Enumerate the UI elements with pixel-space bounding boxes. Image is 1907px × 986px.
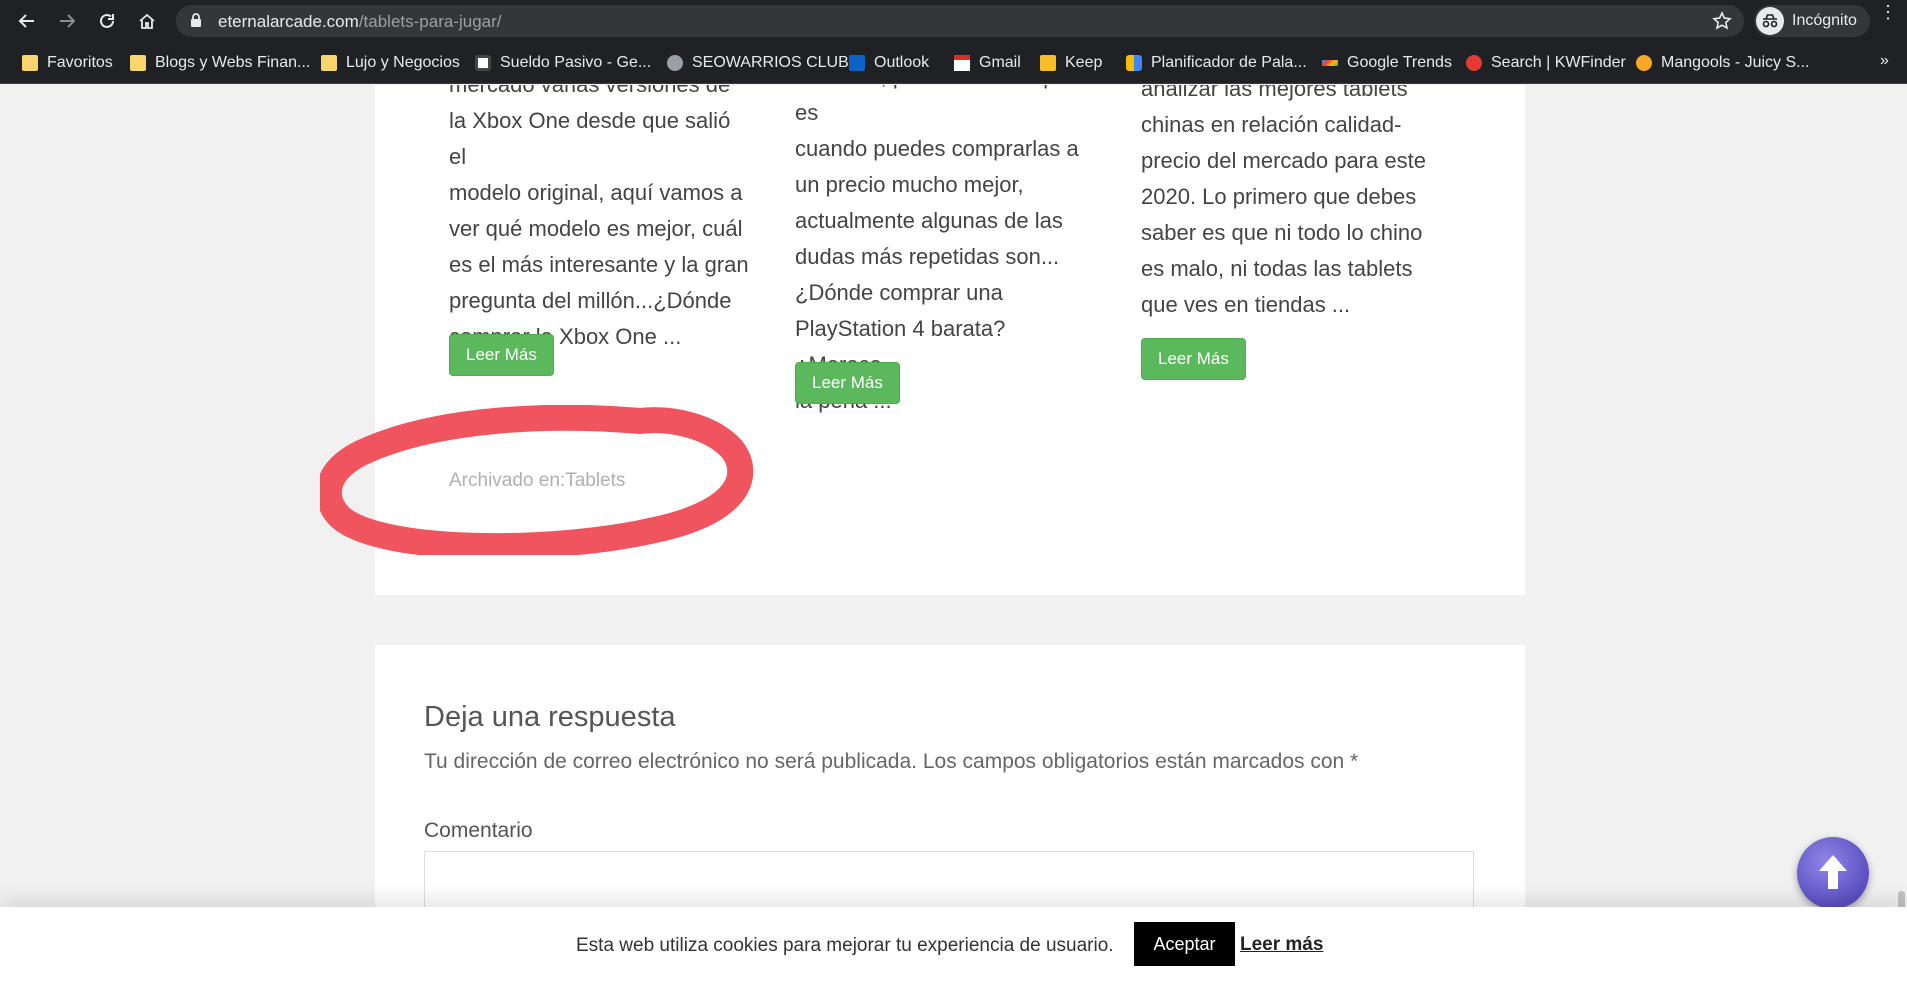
archived-category: Archivado en:Tablets — [449, 470, 625, 492]
read-more-button-2[interactable]: Leer Más — [795, 362, 900, 404]
cookie-banner: Esta web utiliza cookies para mejorar tu… — [0, 907, 1907, 986]
bookmark-google-trends[interactable]: Google Trends — [1322, 51, 1452, 75]
comment-label: Comentario — [424, 819, 533, 842]
forward-button[interactable] — [53, 7, 81, 35]
post-excerpt-1: mercado varias versiones de la Xbox One … — [449, 85, 749, 349]
keep-icon — [1040, 55, 1056, 71]
read-more-button-3[interactable]: Leer Más — [1141, 338, 1246, 380]
bookmark-star-icon[interactable] — [1712, 11, 1732, 31]
folder-icon — [22, 55, 38, 71]
arrow-left-icon — [18, 14, 34, 28]
reload-icon — [100, 13, 114, 28]
reload-button[interactable] — [93, 7, 121, 35]
site-icon — [475, 55, 491, 71]
reply-note: Tu dirección de correo electrónico no se… — [424, 750, 1359, 773]
bookmarks-overflow-button[interactable]: » — [1880, 52, 1889, 70]
url-text: eternalarcade.com/tablets-para-jugar/ — [218, 12, 502, 31]
bookmark-outlook[interactable]: Outlook — [849, 51, 929, 75]
bookmark-gmail[interactable]: Gmail — [954, 51, 1021, 75]
incognito-indicator[interactable]: Incógnito — [1754, 5, 1870, 37]
category-link[interactable]: Tablets — [565, 470, 625, 491]
home-icon — [139, 13, 155, 29]
bookmarks-bar: Favoritos Blogs y Webs Finan... Lujo y N… — [0, 42, 1907, 84]
bookmark-mangools[interactable]: Mangools - Juicy S... — [1636, 51, 1810, 75]
mangools-icon — [1636, 55, 1652, 71]
scroll-to-top-button[interactable] — [1797, 837, 1869, 909]
incognito-icon — [1756, 7, 1784, 35]
post-excerpt-3: analizar las mejores tablets chinas en r… — [1141, 85, 1426, 317]
bookmark-seowarrios[interactable]: SEOWARRIOS CLUB — [667, 51, 849, 75]
bookmark-planificador[interactable]: Planificador de Pala... — [1126, 51, 1307, 75]
bookmark-favoritos[interactable]: Favoritos — [22, 51, 113, 75]
cookie-message: Esta web utiliza cookies para mejorar tu… — [576, 935, 1114, 956]
gmail-icon — [954, 55, 970, 71]
folder-icon — [321, 55, 337, 71]
bookmark-blogs[interactable]: Blogs y Webs Finan... — [130, 51, 310, 75]
cookie-read-more-link[interactable]: Leer más — [1240, 934, 1323, 956]
google-ads-icon — [1126, 55, 1142, 71]
lock-icon — [191, 13, 201, 27]
back-button[interactable] — [13, 7, 41, 35]
bookmark-keep[interactable]: Keep — [1040, 51, 1102, 75]
page-viewport: mercado varias versiones de la Xbox One … — [0, 85, 1907, 986]
home-button[interactable] — [133, 7, 161, 35]
bookmark-kwfinder[interactable]: Search | KWFinder — [1466, 51, 1626, 75]
kwfinder-icon — [1466, 55, 1482, 71]
arrow-up-icon — [1819, 855, 1847, 889]
arrow-right-icon — [60, 14, 76, 28]
trends-icon — [1322, 60, 1338, 66]
archived-prefix: Archivado en: — [449, 470, 566, 491]
browser-menu-button[interactable]: ⋮ — [1878, 3, 1898, 21]
bookmark-sueldo-pasivo[interactable]: Sueldo Pasivo - Ge... — [475, 51, 651, 75]
reply-title: Deja una respuesta — [424, 701, 676, 733]
incognito-label: Incógnito — [1792, 12, 1857, 29]
folder-icon — [130, 55, 146, 71]
cookie-accept-button[interactable]: Aceptar — [1134, 922, 1235, 966]
browser-toolbar: eternalarcade.com/tablets-para-jugar/ In… — [0, 0, 1907, 42]
address-bar[interactable]: eternalarcade.com/tablets-para-jugar/ — [176, 5, 1744, 37]
page-scrollbar[interactable] — [1896, 85, 1907, 986]
read-more-button-1[interactable]: Leer Más — [449, 334, 554, 376]
seowarrios-icon — [667, 55, 683, 71]
outlook-icon — [849, 55, 865, 71]
bookmark-lujo[interactable]: Lujo y Negocios — [321, 51, 460, 75]
